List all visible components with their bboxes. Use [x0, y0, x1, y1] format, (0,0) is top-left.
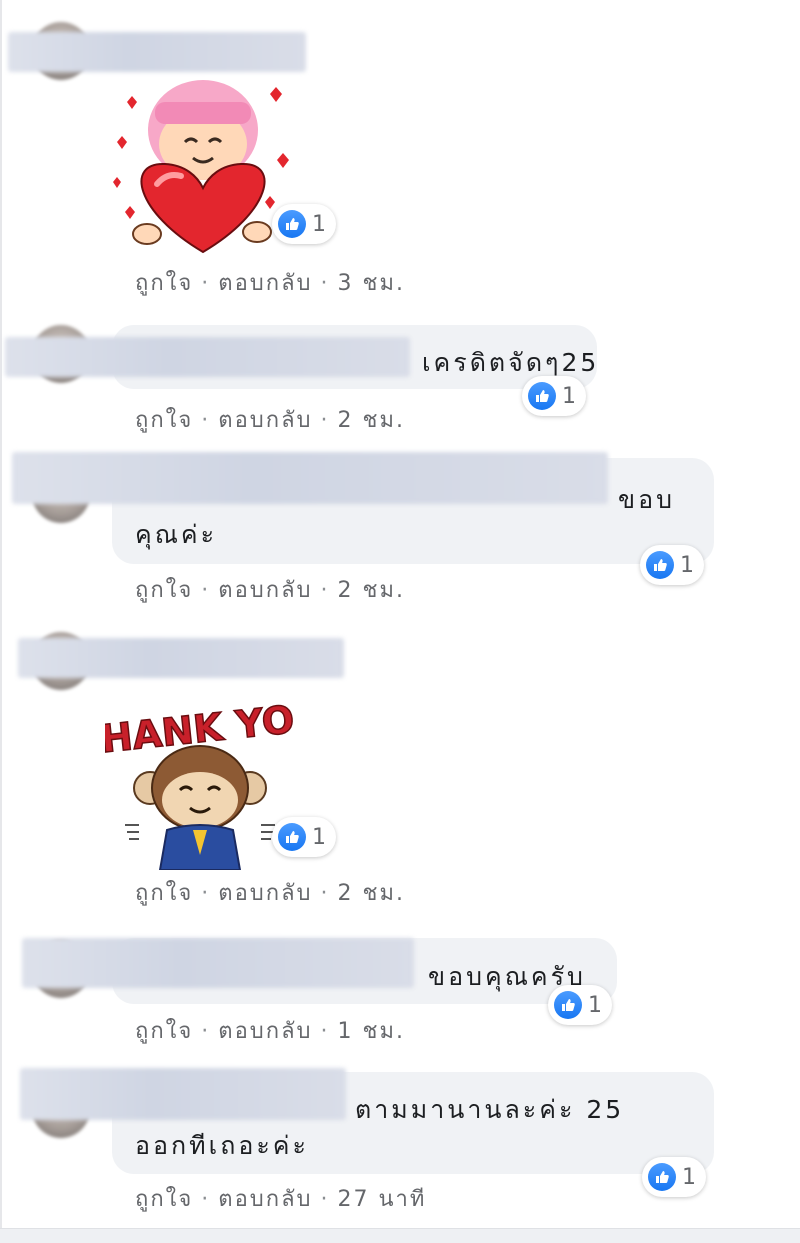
reaction-count: 1 [312, 211, 326, 237]
reply-link[interactable]: ตอบกลับ [218, 881, 312, 906]
like-icon [528, 382, 556, 410]
like-link[interactable]: ถูกใจ [135, 271, 193, 296]
reaction-count: 1 [682, 1164, 696, 1190]
reaction-badge[interactable]: 1 [548, 985, 612, 1025]
heart-girl-sticker[interactable] [105, 72, 300, 257]
reaction-count: 1 [588, 992, 602, 1018]
reaction-count: 1 [680, 552, 694, 578]
comment-time[interactable]: 2 ชม. [338, 578, 405, 603]
comment-actions: ถูกใจ · ตอบกลับ · 27 นาที [135, 1187, 427, 1212]
comment-time[interactable]: 3 ชม. [338, 271, 405, 296]
reply-link[interactable]: ตอบกลับ [218, 271, 312, 296]
frame-edge [0, 0, 2, 1243]
commenter-name-redacted[interactable] [20, 1068, 346, 1120]
like-icon [554, 991, 582, 1019]
commenter-name-redacted[interactable] [8, 32, 306, 72]
comment-actions: ถูกใจ · ตอบกลับ · 2 ชม. [135, 578, 405, 603]
commenter-name-redacted[interactable] [18, 638, 344, 678]
comment-actions: ถูกใจ · ตอบกลับ · 1 ชม. [135, 1019, 405, 1044]
commenter-name-redacted[interactable] [5, 337, 410, 377]
like-icon [648, 1163, 676, 1191]
comment-time[interactable]: 1 ชม. [338, 1019, 405, 1044]
comment-text-line-2: คุณค่ะ [135, 520, 218, 549]
commenter-name-redacted[interactable] [22, 938, 414, 988]
like-link[interactable]: ถูกใจ [135, 408, 193, 433]
reaction-badge[interactable]: 1 [272, 204, 336, 244]
reaction-count: 1 [312, 824, 326, 850]
comment-text-line-2: ออกทีเถอะค่ะ [135, 1131, 309, 1160]
comment-text-line-1: ขอบ [618, 485, 675, 514]
reaction-badge[interactable]: 1 [640, 545, 704, 585]
reaction-badge[interactable]: 1 [642, 1157, 706, 1197]
comment-time[interactable]: 2 ชม. [338, 408, 405, 433]
panel-bottom-edge [0, 1228, 800, 1243]
reply-link[interactable]: ตอบกลับ [218, 578, 312, 603]
reaction-badge[interactable]: 1 [522, 376, 586, 416]
reaction-badge[interactable]: 1 [272, 817, 336, 857]
like-link[interactable]: ถูกใจ [135, 578, 193, 603]
comment-time[interactable]: 2 ชม. [338, 881, 405, 906]
like-link[interactable]: ถูกใจ [135, 1019, 193, 1044]
reply-link[interactable]: ตอบกลับ [218, 1019, 312, 1044]
comment-time[interactable]: 27 นาที [338, 1187, 427, 1212]
like-icon [646, 551, 674, 579]
like-icon [278, 210, 306, 238]
comment-actions: ถูกใจ · ตอบกลับ · 2 ชม. [135, 408, 405, 433]
reaction-count: 1 [562, 383, 576, 409]
like-icon [278, 823, 306, 851]
reply-link[interactable]: ตอบกลับ [218, 408, 312, 433]
comment-text-line-1: ตามมานานละค่ะ 25 [355, 1095, 625, 1124]
reply-link[interactable]: ตอบกลับ [218, 1187, 312, 1212]
comment-actions: ถูกใจ · ตอบกลับ · 3 ชม. [135, 271, 405, 296]
commenter-name-redacted[interactable] [12, 452, 608, 504]
thank-you-monkey-sticker[interactable]: THANK YOU [105, 690, 295, 870]
like-link[interactable]: ถูกใจ [135, 1187, 193, 1212]
comment-actions: ถูกใจ · ตอบกลับ · 2 ชม. [135, 881, 405, 906]
like-link[interactable]: ถูกใจ [135, 881, 193, 906]
